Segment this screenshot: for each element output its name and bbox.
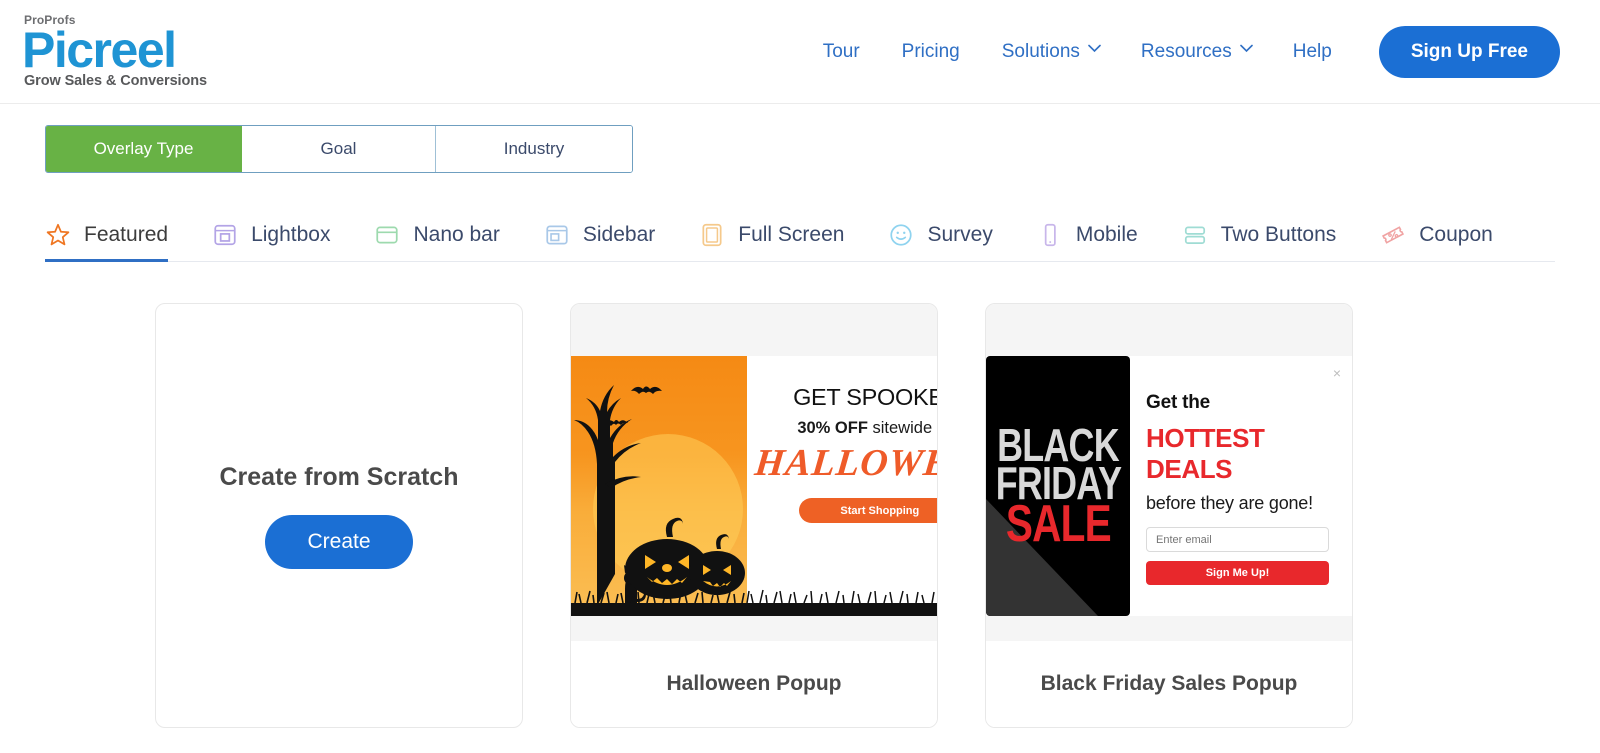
- halloween-script-word: HALLOWEEN: [752, 442, 937, 484]
- full-screen-icon: [699, 222, 725, 248]
- halloween-preview: GET SPOOKED! 30% OFF sitewide this HALLO…: [571, 304, 937, 641]
- black-friday-card-footer: Black Friday Sales Popup: [986, 641, 1352, 727]
- segment-industry[interactable]: Industry: [436, 126, 632, 172]
- card-black-friday-popup[interactable]: BLACK FRIDAY SALE × Get the HOTTEST DEAL…: [985, 303, 1353, 728]
- nav-item-pricing[interactable]: Pricing: [881, 31, 981, 73]
- nav-label: Tour: [822, 40, 860, 62]
- tab-label: Two Buttons: [1220, 223, 1337, 246]
- star-icon: [45, 222, 71, 248]
- sign-me-up-button[interactable]: Sign Me Up!: [1146, 561, 1329, 585]
- mobile-icon: [1037, 222, 1063, 248]
- nav-item-solutions[interactable]: Solutions: [981, 31, 1120, 73]
- tab-sidebar[interactable]: Sidebar: [544, 222, 655, 261]
- email-input[interactable]: [1146, 527, 1329, 552]
- halloween-subheading: 30% OFF sitewide this: [755, 419, 937, 438]
- bf-heading-line-2: HOTTEST DEALS: [1146, 423, 1265, 484]
- logo-tagline-text: Grow Sales & Conversions: [24, 73, 207, 90]
- chevron-down-icon: [1088, 44, 1101, 55]
- segment-overlay-type[interactable]: Overlay Type: [46, 126, 242, 172]
- segmented-control: Overlay Type Goal Industry: [45, 125, 633, 173]
- halloween-pumpkins: [625, 517, 745, 599]
- tab-label: Mobile: [1075, 223, 1138, 246]
- black-friday-card-title: Black Friday Sales Popup: [1040, 672, 1298, 695]
- tab-full-screen[interactable]: Full Screen: [699, 222, 844, 261]
- nano-bar-icon: [374, 222, 400, 248]
- survey-smiley-icon: [888, 222, 914, 248]
- nav-item-resources[interactable]: Resources: [1120, 31, 1272, 73]
- create-from-scratch-title: Create from Scratch: [219, 462, 459, 491]
- halloween-popup: GET SPOOKED! 30% OFF sitewide this HALLO…: [571, 356, 937, 616]
- tab-label: Featured: [84, 223, 169, 246]
- sign-up-free-button[interactable]: Sign Up Free: [1378, 25, 1560, 78]
- overlay-type-tabs: Featured Lightbox Nano bar Sidebar Full …: [45, 210, 1555, 262]
- halloween-popup-content: GET SPOOKED! 30% OFF sitewide this HALLO…: [747, 356, 937, 616]
- bf-heading-line-1: Get the: [1146, 392, 1211, 413]
- close-icon[interactable]: ×: [1333, 366, 1341, 380]
- start-shopping-button[interactable]: Start Shopping: [798, 498, 937, 523]
- tab-coupon[interactable]: Coupon: [1380, 222, 1493, 261]
- black-friday-popup: BLACK FRIDAY SALE × Get the HOTTEST DEAL…: [986, 356, 1352, 616]
- tab-featured[interactable]: Featured: [45, 222, 169, 262]
- chevron-down-icon: [1239, 44, 1253, 55]
- black-friday-preview: BLACK FRIDAY SALE × Get the HOTTEST DEAL…: [986, 304, 1352, 641]
- nav-label: Pricing: [901, 40, 960, 62]
- main-navigation: Tour Pricing Solutions Resources Help Si…: [802, 25, 1560, 78]
- halloween-card-title: Halloween Popup: [666, 672, 842, 695]
- tab-label: Survey: [927, 223, 993, 246]
- nav-item-tour[interactable]: Tour: [802, 31, 881, 73]
- lightbox-icon: [212, 222, 238, 248]
- nav-label: Help: [1292, 40, 1332, 62]
- coupon-icon: [1380, 222, 1406, 248]
- card-halloween-popup[interactable]: GET SPOOKED! 30% OFF sitewide this HALLO…: [570, 303, 938, 728]
- halloween-sub-rest: sitewide this: [872, 419, 938, 437]
- nav-item-help[interactable]: Help: [1272, 31, 1353, 73]
- tab-nano-bar[interactable]: Nano bar: [374, 222, 500, 261]
- sidebar-icon: [544, 222, 570, 248]
- bf-art-line-3: SALE: [1005, 494, 1111, 553]
- tab-label: Nano bar: [413, 223, 500, 246]
- tab-label: Full Screen: [738, 223, 845, 246]
- black-friday-artwork: BLACK FRIDAY SALE: [986, 356, 1130, 616]
- halloween-card-footer: Halloween Popup: [571, 641, 937, 727]
- template-grid: Create from Scratch Create GET SPOOK 30%…: [0, 262, 1600, 728]
- card-create-from-scratch[interactable]: Create from Scratch Create: [155, 303, 523, 728]
- tab-label: Lightbox: [251, 223, 331, 246]
- filter-bar: Overlay Type Goal Industry: [0, 104, 1600, 173]
- tab-two-buttons[interactable]: Two Buttons: [1182, 222, 1337, 261]
- two-buttons-icon: [1182, 222, 1208, 248]
- black-friday-popup-content: × Get the HOTTEST DEALS before they are …: [1130, 356, 1352, 616]
- site-header: ProProfs Picreel Grow Sales & Conversion…: [0, 0, 1600, 104]
- tab-label: Sidebar: [582, 223, 656, 246]
- tab-mobile[interactable]: Mobile: [1037, 222, 1138, 261]
- tab-lightbox[interactable]: Lightbox: [212, 222, 330, 261]
- tab-label: Coupon: [1419, 223, 1493, 246]
- halloween-discount: 30% OFF: [797, 419, 868, 437]
- segment-goal[interactable]: Goal: [242, 126, 436, 172]
- halloween-heading: GET SPOOKED!: [793, 384, 937, 410]
- create-button[interactable]: Create: [265, 514, 413, 569]
- nav-label: Solutions: [1001, 40, 1080, 62]
- logo-picreel-text: Picreel: [22, 22, 177, 79]
- picreel-logo[interactable]: ProProfs Picreel Grow Sales & Conversion…: [22, 14, 207, 89]
- bf-heading-line-3: before they are gone!: [1146, 493, 1313, 513]
- nav-label: Resources: [1140, 40, 1232, 62]
- tab-survey[interactable]: Survey: [888, 222, 993, 261]
